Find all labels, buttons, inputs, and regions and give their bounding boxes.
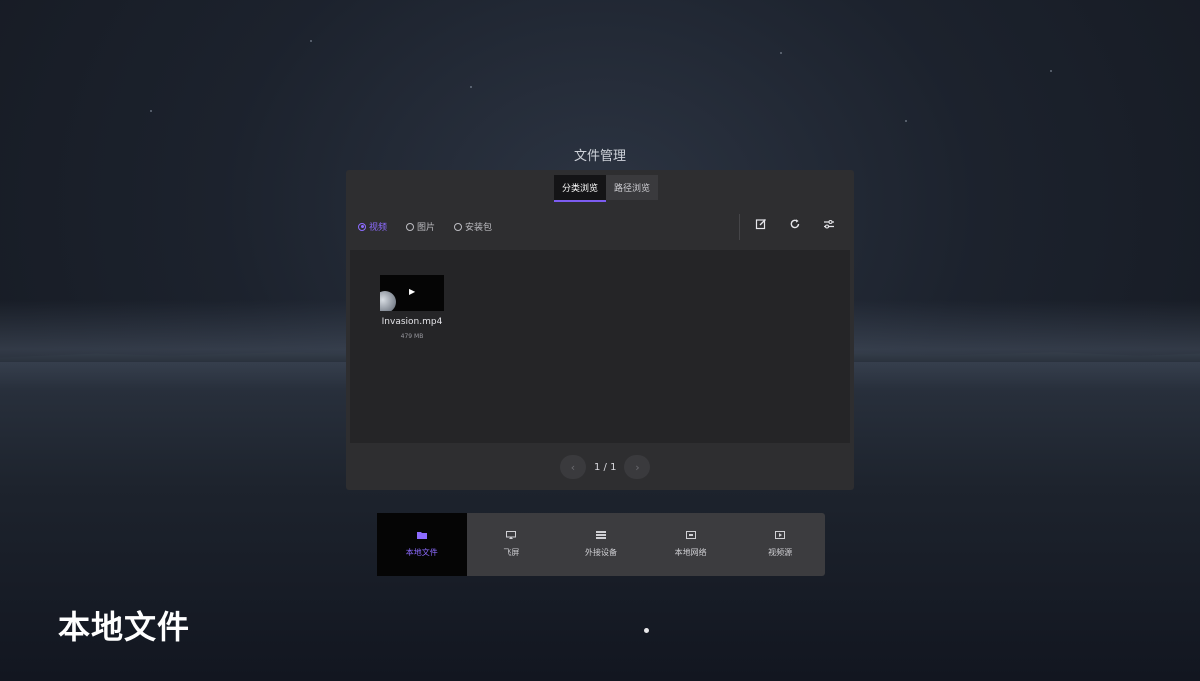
dock-item-local-network[interactable]: 本地网络: [646, 513, 736, 576]
settings-sliders-icon[interactable]: [822, 218, 836, 232]
external-device-icon: [595, 531, 606, 542]
dock-item-local-files[interactable]: 本地文件: [377, 513, 467, 576]
star: [780, 52, 782, 54]
moon-image: [380, 291, 396, 311]
bottom-dock: 本地文件 飞屏 外接设备 本地网络 视频源: [377, 513, 825, 576]
video-thumbnail[interactable]: ▶: [380, 275, 444, 311]
file-item[interactable]: ▶ Invasion.mp4 479 MB: [378, 275, 446, 340]
filter-video[interactable]: 视频: [358, 220, 387, 233]
dock-label: 视频源: [768, 548, 793, 557]
star: [905, 120, 907, 122]
star: [150, 110, 152, 112]
filter-package[interactable]: 安装包: [454, 220, 492, 233]
network-icon: [685, 531, 696, 542]
prev-page-button[interactable]: ‹: [560, 455, 586, 479]
dock-item-cast-screen[interactable]: 飞屏: [467, 513, 557, 576]
tab-path-browse[interactable]: 路径浏览: [606, 175, 659, 200]
pagination: ‹ 1 / 1 ›: [560, 455, 651, 479]
file-manager-panel: 分类浏览 路径浏览 视频 图片 安装包 ▶ Invasion.mp4 479 M…: [346, 170, 854, 490]
section-caption: 本地文件: [58, 608, 191, 646]
file-size: 479 MB: [400, 333, 424, 340]
window-title: 文件管理: [573, 149, 626, 164]
file-grid: ▶ Invasion.mp4 479 MB: [350, 250, 850, 443]
video-source-icon: [775, 531, 786, 542]
page-dot-indicator: [644, 628, 649, 633]
star: [310, 40, 312, 42]
play-icon: ▶: [409, 287, 416, 296]
tab-category-browse[interactable]: 分类浏览: [554, 175, 607, 202]
file-name: Invasion.mp4: [381, 317, 443, 327]
dock-label: 外接设备: [584, 548, 617, 557]
dock-label: 本地网络: [674, 548, 707, 557]
toolbar: 视频 图片 安装包: [346, 212, 854, 242]
dock-label: 飞屏: [503, 548, 520, 557]
radio-selected-icon: [358, 222, 366, 231]
next-page-button[interactable]: ›: [624, 455, 651, 479]
cast-screen-icon: [506, 531, 517, 542]
filter-label: 安装包: [465, 223, 493, 233]
radio-icon: [406, 222, 414, 231]
chevron-right-icon: ›: [635, 460, 640, 474]
filter-label: 视频: [369, 223, 388, 233]
page-indicator: 1 / 1: [594, 461, 617, 473]
filter-image[interactable]: 图片: [406, 220, 435, 233]
chevron-left-icon: ‹: [570, 460, 576, 474]
dock-item-external-device[interactable]: 外接设备: [556, 513, 646, 576]
folder-icon: [416, 531, 427, 542]
refresh-icon[interactable]: [788, 218, 802, 232]
toolbar-divider: [739, 214, 740, 240]
tab-bar: 分类浏览 路径浏览: [554, 175, 659, 202]
edit-icon[interactable]: [754, 218, 768, 232]
dock-item-video-source[interactable]: 视频源: [735, 513, 825, 576]
filter-label: 图片: [417, 223, 436, 233]
radio-icon: [454, 222, 462, 231]
star: [1050, 70, 1052, 72]
star: [470, 86, 472, 88]
dock-label: 本地文件: [405, 548, 438, 557]
